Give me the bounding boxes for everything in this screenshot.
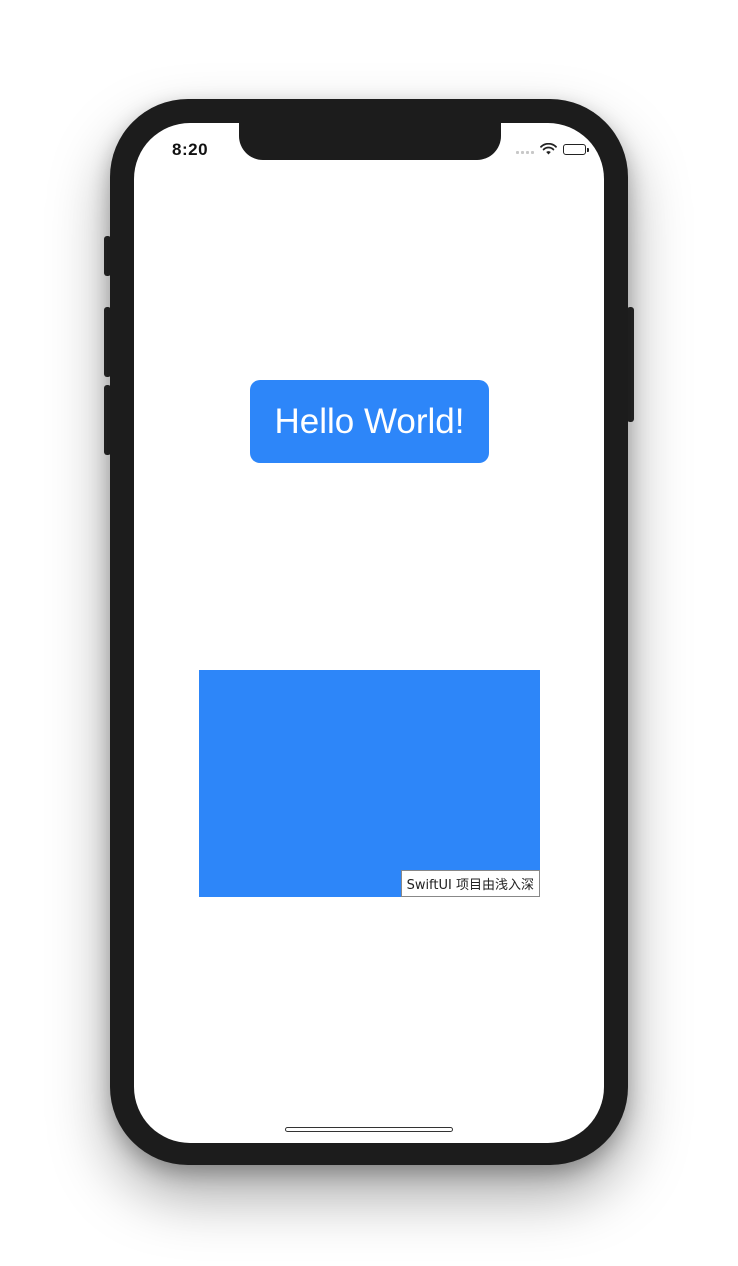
- status-time: 8:20: [172, 140, 209, 159]
- notch: [239, 123, 501, 160]
- watermark-label: SwiftUI 项目由浅入深: [400, 870, 540, 897]
- home-indicator[interactable]: [285, 1127, 453, 1132]
- power-button: [627, 307, 634, 422]
- status-icons: [516, 143, 589, 155]
- stage: 8:20 Hello World! SwiftUI 项目由浅入深: [0, 0, 738, 1266]
- blue-rectangle: SwiftUI 项目由浅入深: [199, 670, 540, 897]
- wifi-icon: [540, 143, 557, 155]
- battery-icon: [563, 143, 589, 155]
- signal-icon: [516, 144, 534, 154]
- hello-world-button[interactable]: Hello World!: [250, 380, 489, 463]
- phone-screen: 8:20 Hello World! SwiftUI 项目由浅入深: [134, 123, 604, 1143]
